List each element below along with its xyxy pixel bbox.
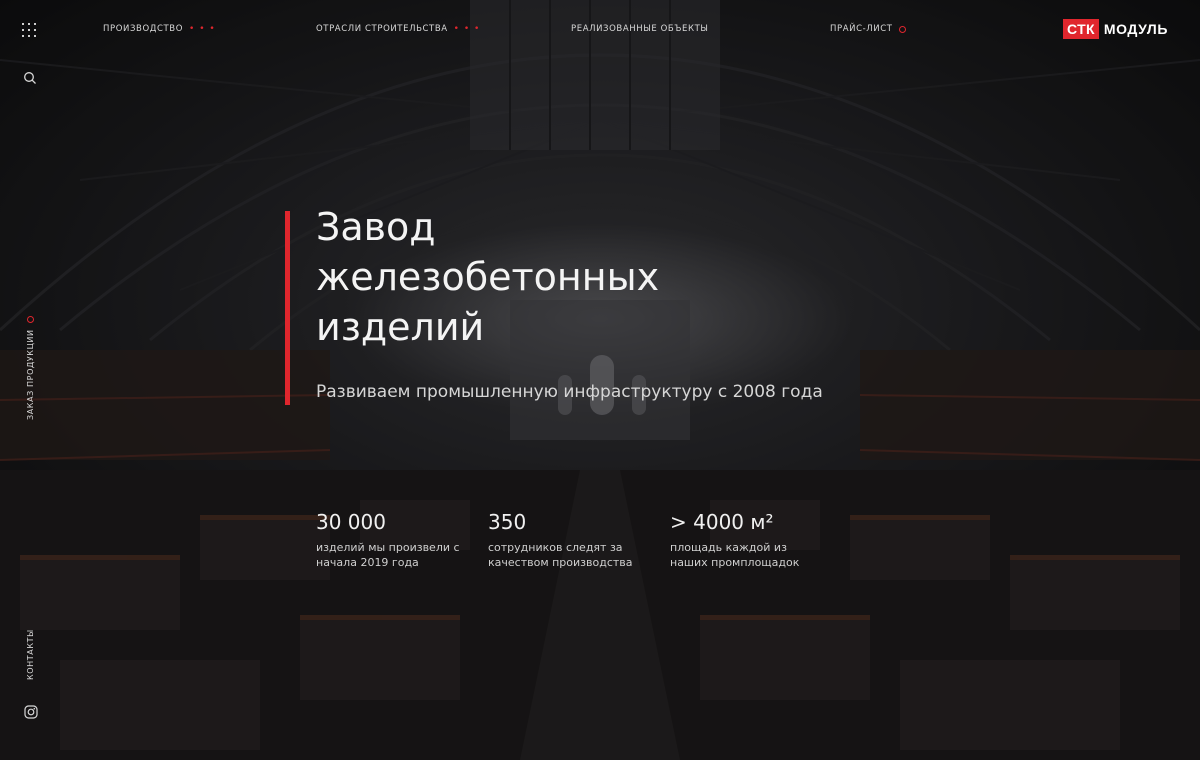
logo-mark: СТК — [1063, 19, 1099, 39]
stat-description: площадь каждой из наших промплощадок — [670, 541, 800, 569]
hero-title-line: изделий — [316, 305, 485, 349]
ring-icon — [27, 316, 34, 324]
nav-item-completed-projects[interactable]: Реализованные объекты — [571, 24, 709, 34]
nav-item-price-list[interactable]: Прайс-лист — [830, 24, 906, 34]
logo-word: МОДУЛЬ — [1103, 21, 1168, 37]
dots-icon: • • • — [189, 24, 216, 34]
nav-item-label: Отрасли строительства — [316, 24, 448, 34]
sidebar-contacts[interactable]: Контакты — [26, 629, 35, 680]
stat-value: 30 000 — [316, 510, 386, 534]
ring-icon — [898, 25, 906, 33]
nav-item-label: Реализованные объекты — [571, 24, 709, 34]
grid-dots-icon[interactable] — [22, 23, 36, 37]
logo[interactable]: СТК МОДУЛЬ — [1063, 19, 1168, 39]
hero-subtitle: Развиваем промышленную инфраструктуру с … — [316, 382, 823, 402]
stat-description: изделий мы произвели с начала 2019 года — [316, 541, 460, 569]
stat-products: 30 000 изделий мы произвели с начала 201… — [316, 510, 466, 570]
hero-title: Завод железобетонных изделий — [316, 202, 796, 352]
stat-value: 350 — [488, 510, 527, 534]
stat-value: > 4000 м² — [670, 510, 774, 534]
nav-item-construction-industries[interactable]: Отрасли строительства • • • — [316, 24, 480, 34]
stat-employees: 350 сотрудников следят за качеством прои… — [488, 510, 638, 570]
hero-background-image — [0, 0, 1200, 760]
nav-item-production[interactable]: Производство • • • — [103, 24, 216, 34]
hero-title-line: железобетонных — [316, 255, 660, 299]
hero-accent-bar — [285, 211, 290, 405]
stat-area: > 4000 м² площадь каждой из наших промпл… — [670, 510, 820, 570]
instagram-icon[interactable] — [24, 704, 38, 719]
dots-icon: • • • — [453, 24, 481, 34]
nav-item-label: Прайс-лист — [830, 24, 893, 34]
sidebar-contacts-label: Контакты — [26, 629, 35, 680]
hero-title-line: Завод — [316, 205, 436, 249]
search-icon[interactable] — [23, 70, 37, 84]
stat-description: сотрудников следят за качеством производ… — [488, 541, 633, 569]
sidebar-order-label: Заказ продукции — [26, 329, 35, 420]
nav-item-label: Производство — [103, 24, 184, 34]
sidebar-order-products[interactable]: Заказ продукции — [26, 316, 35, 420]
